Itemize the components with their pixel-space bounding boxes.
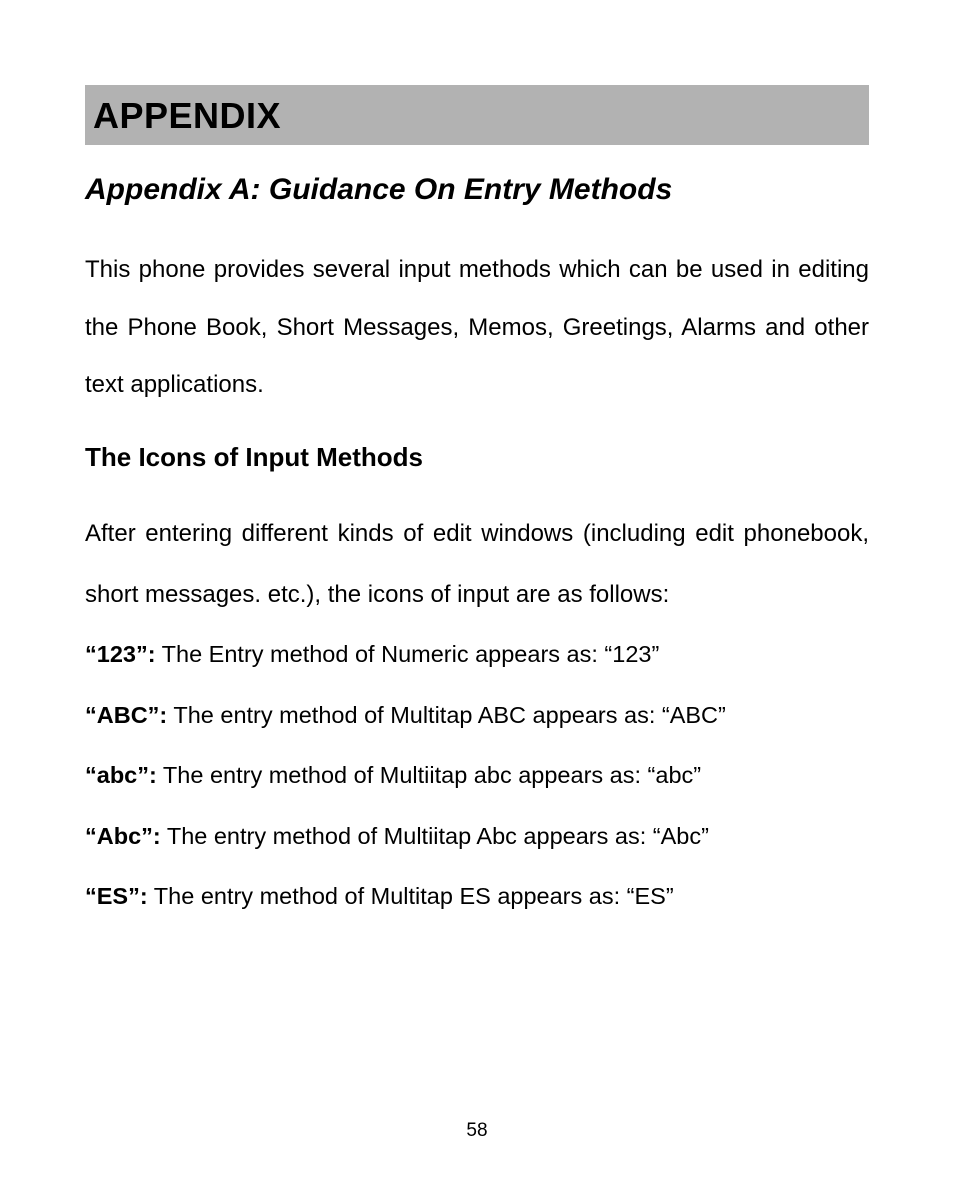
list-item-label: “ES”: <box>85 883 148 909</box>
list-item-label: “Abc”: <box>85 823 161 849</box>
intro-paragraph: This phone provides several input method… <box>85 241 869 414</box>
section-heading: The Icons of Input Methods <box>85 442 869 473</box>
list-item: “abc”: The entry method of Multiitap abc… <box>85 760 869 791</box>
document-page: APPENDIX Appendix A: Guidance On Entry M… <box>0 0 954 1190</box>
list-item: “123”: The Entry method of Numeric appea… <box>85 639 869 670</box>
appendix-subtitle: Appendix A: Guidance On Entry Methods <box>85 173 869 207</box>
page-number: 58 <box>0 1120 954 1142</box>
list-item: “ABC”: The entry method of Multitap ABC … <box>85 700 869 731</box>
list-item: “Abc”: The entry method of Multiitap Abc… <box>85 821 869 852</box>
list-item-desc: The entry method of Multitap ABC appears… <box>167 702 726 728</box>
list-item-desc: The entry method of Multitap ES appears … <box>148 883 674 909</box>
heading-title: APPENDIX <box>93 95 861 137</box>
list-item-label: “123”: <box>85 641 156 667</box>
list-item-desc: The Entry method of Numeric appears as: … <box>156 641 660 667</box>
list-item: “ES”: The entry method of Multitap ES ap… <box>85 881 869 912</box>
section-intro-paragraph: After entering different kinds of edit w… <box>85 503 869 625</box>
list-item-desc: The entry method of Multiitap Abc appear… <box>161 823 709 849</box>
list-item-desc: The entry method of Multiitap abc appear… <box>157 762 701 788</box>
list-item-label: “abc”: <box>85 762 157 788</box>
list-item-label: “ABC”: <box>85 702 167 728</box>
heading-banner: APPENDIX <box>85 85 869 145</box>
